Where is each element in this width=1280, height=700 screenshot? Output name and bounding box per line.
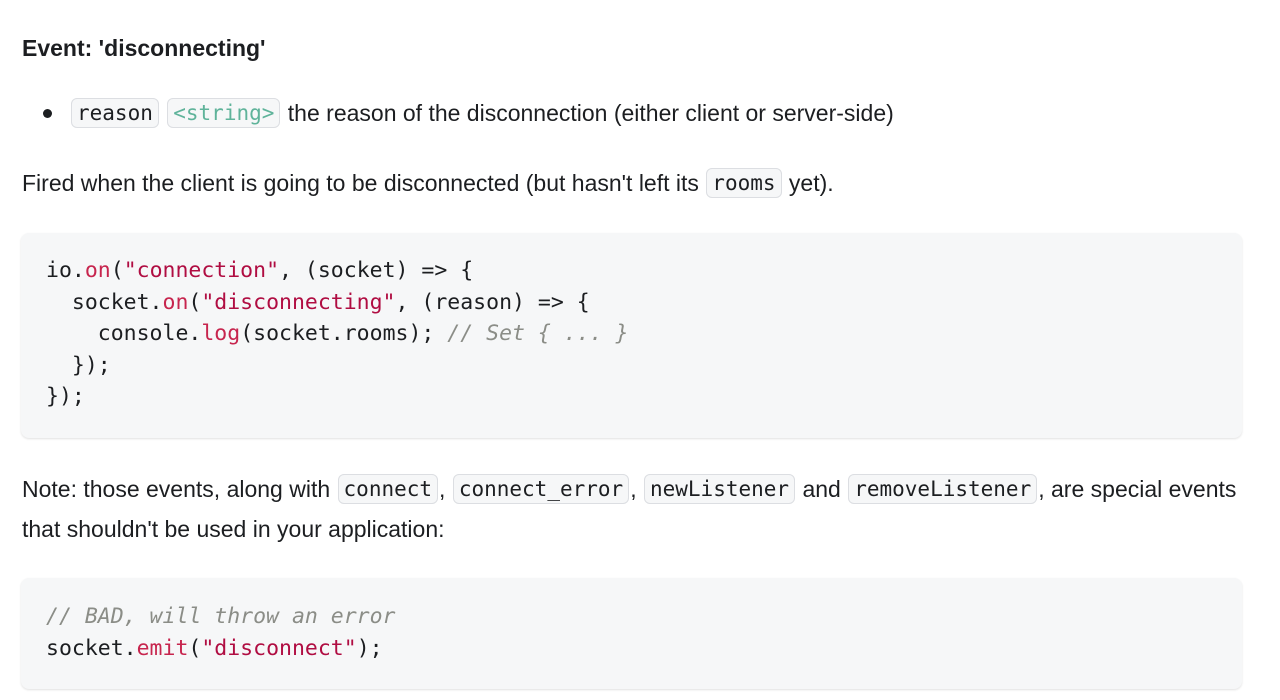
- event-heading: Event: 'disconnecting': [22, 35, 266, 61]
- paragraph-text: yet).: [782, 170, 834, 196]
- code-token: (: [188, 289, 202, 315]
- code-line: console.log(socket.rooms); // Set { ... …: [46, 321, 629, 346]
- code-block-disconnecting: io.on("connection", (socket) => { socket…: [21, 233, 1242, 438]
- code-content: io.on("connection", (socket) => { socket…: [21, 233, 1242, 435]
- code-line: socket.on("disconnecting", (reason) => {: [46, 290, 590, 315]
- code-line: io.on("connection", (socket) => {: [46, 258, 473, 283]
- code-token: , (socket) => {: [279, 258, 474, 283]
- code-token: (socket.rooms);: [240, 321, 448, 346]
- paragraph-text: Note: those events, along with: [22, 476, 337, 502]
- code-token: "connection": [123, 258, 280, 283]
- code-token: log: [201, 321, 241, 346]
- param-list: reason <string> the reason of the discon…: [22, 94, 894, 132]
- note-paragraph: Note: those events, along with connect, …: [22, 469, 1258, 549]
- code-token: "disconnecting": [201, 289, 396, 315]
- code-token: (: [188, 635, 202, 661]
- remove-listener-code: removeListener: [848, 474, 1038, 504]
- code-line: });: [46, 353, 111, 378]
- code-line: socket.emit("disconnect");: [46, 636, 383, 661]
- code-content: // BAD, will throw an error socket.emit(…: [21, 578, 1242, 686]
- code-token: (: [110, 258, 124, 283]
- code-token: socket.: [46, 635, 137, 661]
- connect-code: connect: [337, 474, 439, 504]
- param-description: the reason of the disconnection (either …: [287, 100, 894, 126]
- paragraph-text: and: [796, 476, 848, 502]
- code-token: emit: [136, 635, 189, 661]
- code-token: on: [84, 258, 111, 283]
- new-listener-code: newListener: [643, 474, 796, 504]
- bullet-dot-icon: [43, 109, 52, 118]
- code-token: // Set { ... }: [447, 321, 629, 346]
- code-token: // BAD, will throw an error: [46, 604, 396, 629]
- code-block-bad-example: // BAD, will throw an error socket.emit(…: [21, 578, 1242, 689]
- code-token: });: [46, 352, 111, 378]
- code-line: // BAD, will throw an error: [46, 604, 396, 629]
- code-token: on: [162, 289, 189, 315]
- code-line: });: [46, 384, 85, 409]
- param-name-code: reason: [71, 98, 159, 128]
- code-token: , (reason) => {: [395, 289, 590, 315]
- code-token: );: [356, 635, 383, 661]
- doc-page: Event: 'disconnecting' reason <string> t…: [0, 0, 1280, 700]
- code-token: io.: [46, 258, 85, 283]
- paragraph-text: ,: [439, 476, 452, 502]
- paragraph-text: Fired when the client is going to be dis…: [22, 170, 706, 196]
- rooms-code: rooms: [706, 168, 782, 198]
- code-token: });: [46, 384, 85, 409]
- description-paragraph: Fired when the client is going to be dis…: [22, 163, 834, 203]
- param-type-link[interactable]: <string>: [167, 98, 281, 128]
- code-token: "disconnect": [201, 635, 357, 661]
- list-item: reason <string> the reason of the discon…: [22, 94, 894, 132]
- paragraph-text: ,: [630, 476, 643, 502]
- code-token: console.: [46, 321, 202, 346]
- code-token: socket.: [46, 289, 163, 315]
- connect-error-code: connect_error: [452, 474, 630, 504]
